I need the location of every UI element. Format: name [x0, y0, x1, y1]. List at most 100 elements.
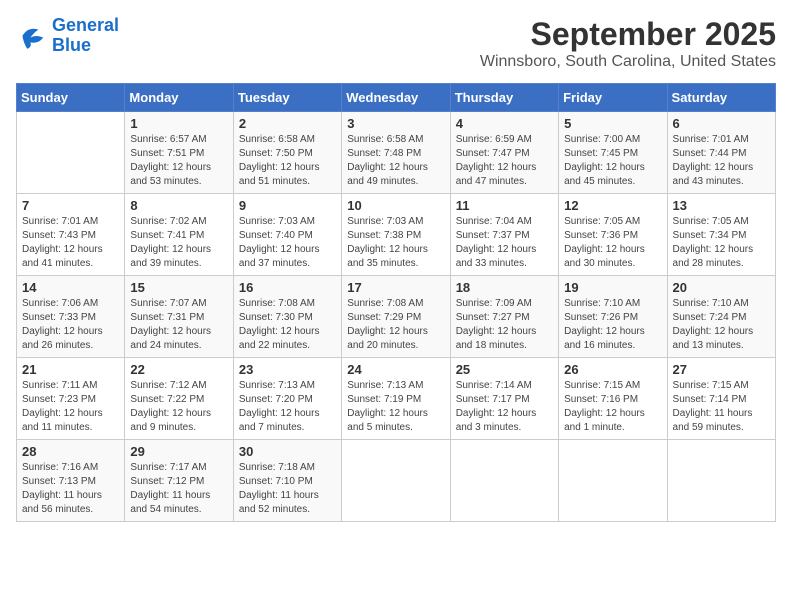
calendar-body: 1Sunrise: 6:57 AM Sunset: 7:51 PM Daylig… [17, 112, 776, 522]
week-row-3: 14 Sunrise: 7:06 AM Sunset: 7:33 PM Dayli… [17, 276, 776, 358]
day-info: Sunrise: 7:10 AM Sunset: 7:24 PM Dayligh… [673, 297, 770, 353]
day-number: 21 [22, 362, 119, 377]
day-number: 19 [564, 280, 661, 295]
cell-w4-d5: 25 Sunrise: 7:14 AM Sunset: 7:17 PM Dayli… [450, 358, 558, 440]
cell-w5-d3: 30 Sunrise: 7:18 AM Sunset: 7:10 PM Dayli… [233, 440, 341, 522]
day-info: Sunrise: 7:15 AM Sunset: 7:16 PM Dayligh… [564, 379, 661, 435]
day-info: Sunrise: 7:16 AM Sunset: 7:13 PM Dayligh… [22, 461, 119, 517]
cell-w5-d2: 29 Sunrise: 7:17 AM Sunset: 7:12 PM Dayli… [125, 440, 233, 522]
calendar-header: Sunday Monday Tuesday Wednesday Thursday… [17, 84, 776, 112]
day-number: 16 [239, 280, 336, 295]
col-saturday: Saturday [667, 84, 775, 112]
day-number: 22 [130, 362, 227, 377]
cell-w4-d3: 23 Sunrise: 7:13 AM Sunset: 7:20 PM Dayli… [233, 358, 341, 440]
week-row-1: 1Sunrise: 6:57 AM Sunset: 7:51 PM Daylig… [17, 112, 776, 194]
day-info: Sunrise: 7:18 AM Sunset: 7:10 PM Dayligh… [239, 461, 336, 517]
cell-w4-d7: 27 Sunrise: 7:15 AM Sunset: 7:14 PM Dayli… [667, 358, 775, 440]
col-wednesday: Wednesday [342, 84, 450, 112]
day-info: Sunrise: 6:58 AM Sunset: 7:50 PM Dayligh… [239, 133, 336, 189]
day-info: Sunrise: 7:03 AM Sunset: 7:40 PM Dayligh… [239, 215, 336, 271]
day-number: 4 [456, 116, 553, 131]
day-number: 28 [22, 444, 119, 459]
day-info: Sunrise: 7:13 AM Sunset: 7:20 PM Dayligh… [239, 379, 336, 435]
day-number: 24 [347, 362, 444, 377]
day-info: Sunrise: 7:17 AM Sunset: 7:12 PM Dayligh… [130, 461, 227, 517]
day-info: Sunrise: 7:15 AM Sunset: 7:14 PM Dayligh… [673, 379, 770, 435]
day-info: Sunrise: 6:58 AM Sunset: 7:48 PM Dayligh… [347, 133, 444, 189]
day-number: 5 [564, 116, 661, 131]
cell-w2-d7: 13Sunrise: 7:05 AM Sunset: 7:34 PM Dayli… [667, 194, 775, 276]
cell-w4-d1: 21 Sunrise: 7:11 AM Sunset: 7:23 PM Dayli… [17, 358, 125, 440]
day-number: 14 [22, 280, 119, 295]
location-title: Winnsboro, South Carolina, United States [480, 53, 776, 71]
day-number: 12 [564, 198, 661, 213]
cell-w1-d6: 5 Sunrise: 7:00 AM Sunset: 7:45 PM Daylig… [559, 112, 667, 194]
cell-w4-d2: 22 Sunrise: 7:12 AM Sunset: 7:22 PM Dayli… [125, 358, 233, 440]
day-info: Sunrise: 7:10 AM Sunset: 7:26 PM Dayligh… [564, 297, 661, 353]
cell-w1-d4: 3Sunrise: 6:58 AM Sunset: 7:48 PM Daylig… [342, 112, 450, 194]
cell-w2-d5: 11 Sunrise: 7:04 AM Sunset: 7:37 PM Dayli… [450, 194, 558, 276]
day-info: Sunrise: 7:03 AM Sunset: 7:38 PM Dayligh… [347, 215, 444, 271]
cell-w4-d4: 24 Sunrise: 7:13 AM Sunset: 7:19 PM Dayli… [342, 358, 450, 440]
day-number: 29 [130, 444, 227, 459]
col-friday: Friday [559, 84, 667, 112]
cell-w2-d1: 7Sunrise: 7:01 AM Sunset: 7:43 PM Daylig… [17, 194, 125, 276]
day-number: 2 [239, 116, 336, 131]
day-number: 20 [673, 280, 770, 295]
day-info: Sunrise: 7:01 AM Sunset: 7:44 PM Dayligh… [673, 133, 770, 189]
day-info: Sunrise: 7:08 AM Sunset: 7:29 PM Dayligh… [347, 297, 444, 353]
day-info: Sunrise: 7:00 AM Sunset: 7:45 PM Dayligh… [564, 133, 661, 189]
cell-w1-d7: 6 Sunrise: 7:01 AM Sunset: 7:44 PM Daylig… [667, 112, 775, 194]
logo: General Blue [16, 16, 119, 56]
day-number: 10 [347, 198, 444, 213]
header-row: Sunday Monday Tuesday Wednesday Thursday… [17, 84, 776, 112]
calendar-table: Sunday Monday Tuesday Wednesday Thursday… [16, 83, 776, 522]
header: General Blue September 2025 Winnsboro, S… [16, 16, 776, 71]
cell-w3-d3: 16 Sunrise: 7:08 AM Sunset: 7:30 PM Dayli… [233, 276, 341, 358]
cell-w5-d1: 28 Sunrise: 7:16 AM Sunset: 7:13 PM Dayli… [17, 440, 125, 522]
day-number: 9 [239, 198, 336, 213]
week-row-4: 21 Sunrise: 7:11 AM Sunset: 7:23 PM Dayli… [17, 358, 776, 440]
day-info: Sunrise: 7:11 AM Sunset: 7:23 PM Dayligh… [22, 379, 119, 435]
day-number: 15 [130, 280, 227, 295]
col-monday: Monday [125, 84, 233, 112]
day-number: 25 [456, 362, 553, 377]
day-number: 26 [564, 362, 661, 377]
day-info: Sunrise: 7:06 AM Sunset: 7:33 PM Dayligh… [22, 297, 119, 353]
day-number: 30 [239, 444, 336, 459]
cell-w3-d5: 18Sunrise: 7:09 AM Sunset: 7:27 PM Dayli… [450, 276, 558, 358]
week-row-5: 28 Sunrise: 7:16 AM Sunset: 7:13 PM Dayli… [17, 440, 776, 522]
day-info: Sunrise: 7:02 AM Sunset: 7:41 PM Dayligh… [130, 215, 227, 271]
col-tuesday: Tuesday [233, 84, 341, 112]
day-info: Sunrise: 7:13 AM Sunset: 7:19 PM Dayligh… [347, 379, 444, 435]
cell-w4-d6: 26 Sunrise: 7:15 AM Sunset: 7:16 PM Dayli… [559, 358, 667, 440]
cell-w3-d2: 15 Sunrise: 7:07 AM Sunset: 7:31 PM Dayli… [125, 276, 233, 358]
cell-w1-d1 [17, 112, 125, 194]
day-number: 17 [347, 280, 444, 295]
day-number: 1 [130, 116, 227, 131]
cell-w3-d1: 14 Sunrise: 7:06 AM Sunset: 7:33 PM Dayli… [17, 276, 125, 358]
cell-w5-d6 [559, 440, 667, 522]
day-info: Sunrise: 7:01 AM Sunset: 7:43 PM Dayligh… [22, 215, 119, 271]
cell-w1-d5: 4Sunrise: 6:59 AM Sunset: 7:47 PM Daylig… [450, 112, 558, 194]
logo-text: General Blue [52, 16, 119, 56]
cell-w2-d3: 9 Sunrise: 7:03 AM Sunset: 7:40 PM Daylig… [233, 194, 341, 276]
day-info: Sunrise: 7:12 AM Sunset: 7:22 PM Dayligh… [130, 379, 227, 435]
day-number: 6 [673, 116, 770, 131]
logo-icon [16, 20, 48, 52]
day-info: Sunrise: 7:05 AM Sunset: 7:34 PM Dayligh… [673, 215, 770, 271]
cell-w5-d5 [450, 440, 558, 522]
day-info: Sunrise: 7:07 AM Sunset: 7:31 PM Dayligh… [130, 297, 227, 353]
day-info: Sunrise: 7:04 AM Sunset: 7:37 PM Dayligh… [456, 215, 553, 271]
day-info: Sunrise: 7:14 AM Sunset: 7:17 PM Dayligh… [456, 379, 553, 435]
day-info: Sunrise: 7:08 AM Sunset: 7:30 PM Dayligh… [239, 297, 336, 353]
day-number: 27 [673, 362, 770, 377]
title-area: September 2025 Winnsboro, South Carolina… [480, 16, 776, 71]
col-thursday: Thursday [450, 84, 558, 112]
week-row-2: 7Sunrise: 7:01 AM Sunset: 7:43 PM Daylig… [17, 194, 776, 276]
cell-w2-d4: 10 Sunrise: 7:03 AM Sunset: 7:38 PM Dayli… [342, 194, 450, 276]
day-info: Sunrise: 7:05 AM Sunset: 7:36 PM Dayligh… [564, 215, 661, 271]
day-number: 23 [239, 362, 336, 377]
cell-w2-d2: 8Sunrise: 7:02 AM Sunset: 7:41 PM Daylig… [125, 194, 233, 276]
day-number: 11 [456, 198, 553, 213]
